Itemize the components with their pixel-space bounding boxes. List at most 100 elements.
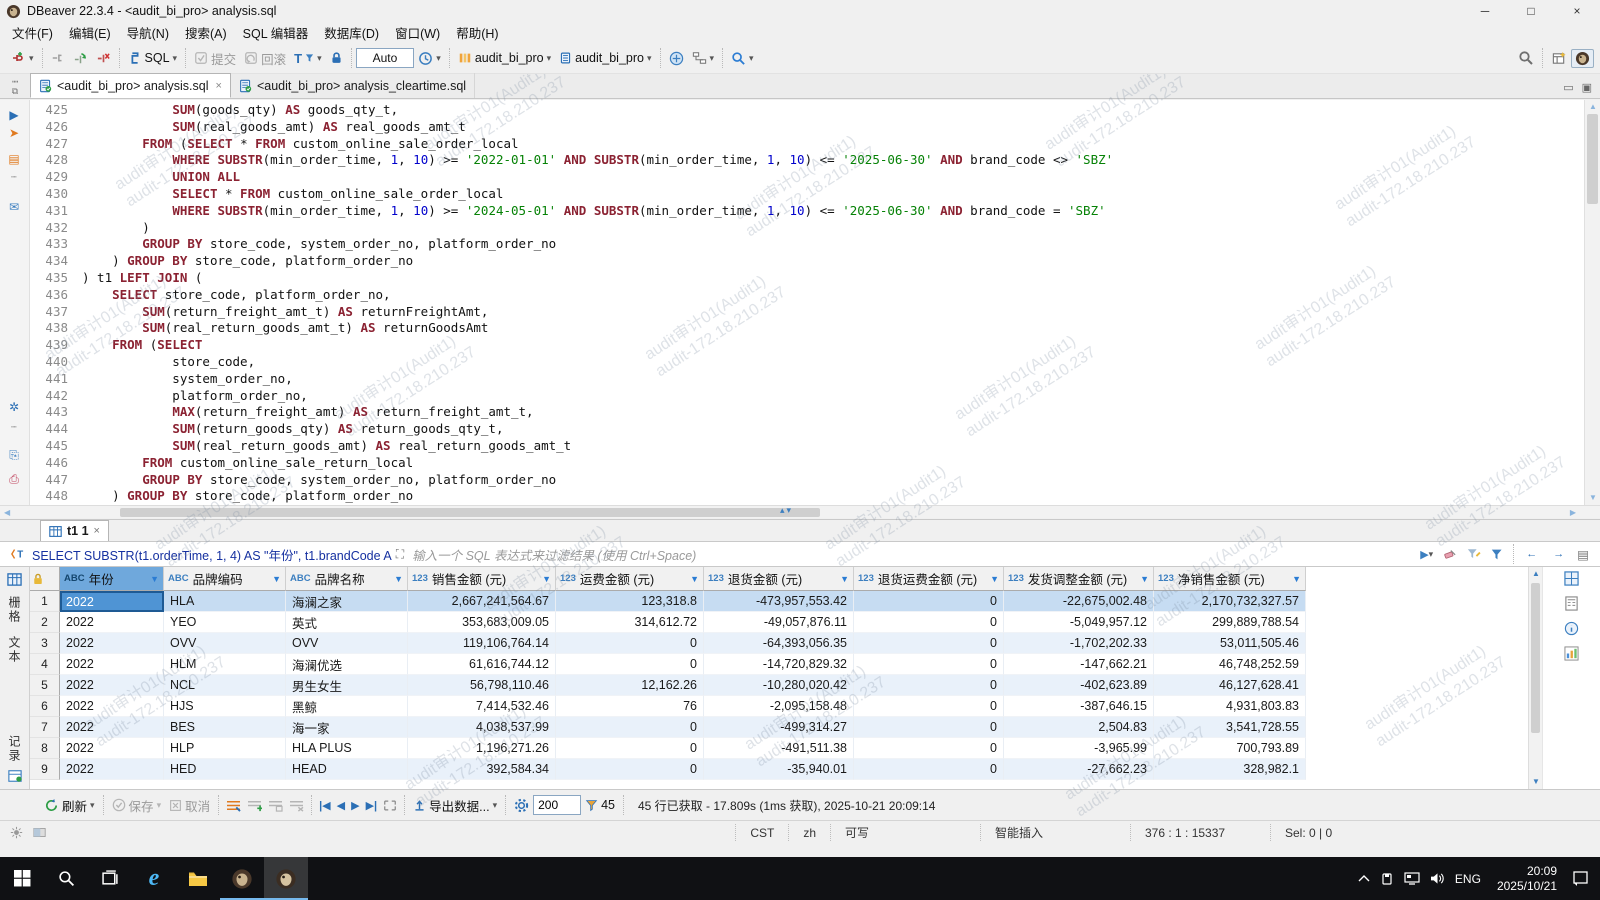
cell[interactable]: 0 [556,738,704,759]
table-row-8[interactable]: 8 2022 HLP HLA PLUS 1,196,271.26 0 -491,511.38… [30,738,1528,759]
theme-icon[interactable] [10,826,23,839]
cell[interactable]: 2,667,241,564.67 [408,591,556,612]
cell[interactable]: 4,931,803.83 [1154,696,1306,717]
column-filter-icon[interactable]: ▼ [1140,574,1149,584]
code-line-440[interactable]: 440 store_code, [30,354,1584,371]
menu-item-7[interactable]: 窗口(W) [387,21,448,44]
cell[interactable]: -35,940.01 [704,759,854,780]
code-line-445[interactable]: 445 SUM(real_return_goods_amt) AS real_r… [30,438,1584,455]
menu-item-8[interactable]: 帮助(H) [448,21,506,44]
lock-button[interactable] [326,48,347,68]
code-line-444[interactable]: 444 SUM(return_goods_qty) AS return_good… [30,421,1584,438]
cell[interactable]: 0 [854,759,1004,780]
cell[interactable]: HLP [164,738,286,759]
table-row-2[interactable]: 2 2022 YEO 英式 353,683,009.05 314,612.72 -49,05… [30,612,1528,633]
cell[interactable]: 299,889,788.54 [1154,612,1306,633]
cell[interactable]: NCL [164,675,286,696]
heap-status-icon[interactable] [33,826,46,839]
column-filter-icon[interactable]: ▼ [150,574,159,584]
filter-expression[interactable]: SELECT SUBSTR(t1.orderTime, 1, 4) AS "年份… [32,545,392,564]
cell[interactable]: 12,162.26 [556,675,704,696]
cell[interactable]: 2022 [60,591,164,612]
rollback-label[interactable]: 回滚 [261,49,286,68]
column-header-3[interactable]: ABC 品牌名称 ▼ [286,567,408,591]
cell[interactable]: HEAD [286,759,408,780]
column-filter-icon[interactable]: ▼ [394,574,403,584]
cell[interactable]: -2,095,158.48 [704,696,854,717]
cell[interactable]: 0 [854,717,1004,738]
column-filter-icon[interactable]: ▼ [990,574,999,584]
cell[interactable]: 392,584.34 [408,759,556,780]
tab-close-icon[interactable]: × [216,80,222,92]
sql-editor[interactable]: ▶ ➤ ▤ ┉ ✉ ✲ ┉ ⎘ ⎙ 425 SUM(goods_qty) AS … [0,100,1600,505]
cell[interactable]: 119,106,764.14 [408,633,556,654]
cell[interactable]: 46,127,628.41 [1154,675,1306,696]
column-header-4[interactable]: 123 销售金额 (元) ▼ [408,567,556,591]
cell[interactable]: 2,504.83 [1004,717,1154,738]
refresh-dropdown-icon[interactable]: ▾ [90,800,95,811]
code-line-437[interactable]: 437 SUM(return_freight_amt_t) AS returnF… [30,304,1584,321]
cell[interactable]: 700,793.89 [1154,738,1306,759]
network-tray-icon[interactable] [1404,872,1420,885]
edit-filter-icon[interactable] [1467,548,1481,561]
column-header-7[interactable]: 123 退货运费金额 (元) ▼ [854,567,1004,591]
cell[interactable]: OVV [164,633,286,654]
tray-expand-icon[interactable] [1358,874,1370,884]
menu-item-2[interactable]: 编辑(E) [61,21,119,44]
grid-scroll-down-icon[interactable]: ▼ [1529,775,1543,789]
grid-corner-cell[interactable] [30,567,60,591]
code-line-433[interactable]: 433 GROUP BY store_code, system_order_no… [30,236,1584,253]
cell[interactable]: 0 [854,654,1004,675]
edit-cell-icon[interactable] [223,799,244,812]
cell[interactable]: -14,720,829.32 [704,654,854,675]
cell[interactable]: 黑鲸 [286,696,408,717]
fetch-size-input[interactable] [533,795,582,815]
scroll-left-icon[interactable]: ◀ [0,506,14,519]
grid-view-label[interactable]: 栅格 [6,596,23,624]
history-dropdown-icon[interactable]: ▾ [436,53,441,64]
cell[interactable]: -3,965.99 [1004,738,1154,759]
settings-gear-icon[interactable]: ✲ [4,400,24,414]
filters-menu-icon[interactable] [1491,548,1504,561]
fetch-page-icon[interactable] [380,799,400,812]
column-header-6[interactable]: 123 退货金额 (元) ▼ [704,567,854,591]
reconnect-button[interactable] [69,48,92,69]
cell[interactable]: 2022 [60,738,164,759]
row-number[interactable]: 4 [30,654,60,675]
database-selector[interactable]: audit_bi_pro ▾ [454,48,555,68]
cell[interactable]: 3,541,728.55 [1154,717,1306,738]
cell[interactable]: 0 [854,591,1004,612]
column-filter-icon[interactable]: ▼ [272,574,281,584]
editor-tab-analysis-cleartime[interactable]: <audit_bi_pro> analysis_cleartime.sql [231,73,476,98]
editor-vertical-scrollbar[interactable]: ▲ ▼ [1584,100,1600,505]
previous-row-button[interactable]: ◀ [334,799,348,812]
cell[interactable]: HJS [164,696,286,717]
cell[interactable]: 123,318.8 [556,591,704,612]
code-line-427[interactable]: 427 FROM (SELECT * FROM custom_online_sa… [30,136,1584,153]
cell[interactable]: 0 [854,696,1004,717]
rollback-button[interactable]: 回滚 [240,46,290,71]
transaction-dropdown-icon[interactable]: ▾ [317,53,322,64]
save-dropdown-icon[interactable]: ▾ [157,800,162,811]
code-line-432[interactable]: 432 ) [30,220,1584,237]
cell[interactable]: 海澜之家 [286,591,408,612]
dbeaver-taskbar-icon-active[interactable] [264,857,308,900]
cell[interactable]: -49,057,876.11 [704,612,854,633]
table-row-6[interactable]: 6 2022 HJS 黑鲸 7,414,532.46 76 -2,095,158.48 0 -3… [30,696,1528,717]
panel-toggle-icon[interactable]: ▤ [1577,547,1589,562]
file-explorer-icon[interactable] [176,857,220,900]
cell[interactable]: 56,798,110.46 [408,675,556,696]
row-number[interactable]: 8 [30,738,60,759]
cell[interactable]: YEO [164,612,286,633]
taskbar-clock[interactable]: 20:09 2025/10/21 [1491,864,1563,894]
add-row-icon[interactable] [244,799,265,812]
cell[interactable]: 0 [854,738,1004,759]
cell[interactable]: 2022 [60,675,164,696]
fetch-all-button[interactable]: 45 [581,795,619,815]
save-button[interactable]: 保存 ▾ [108,793,166,818]
cell[interactable]: 76 [556,696,704,717]
last-row-button[interactable]: ▶| [363,799,381,812]
editor-tab-label[interactable]: <audit_bi_pro> analysis_cleartime.sql [257,79,466,93]
input-language-indicator[interactable]: ENG [1455,872,1481,886]
first-row-button[interactable]: |◀ [316,799,334,812]
